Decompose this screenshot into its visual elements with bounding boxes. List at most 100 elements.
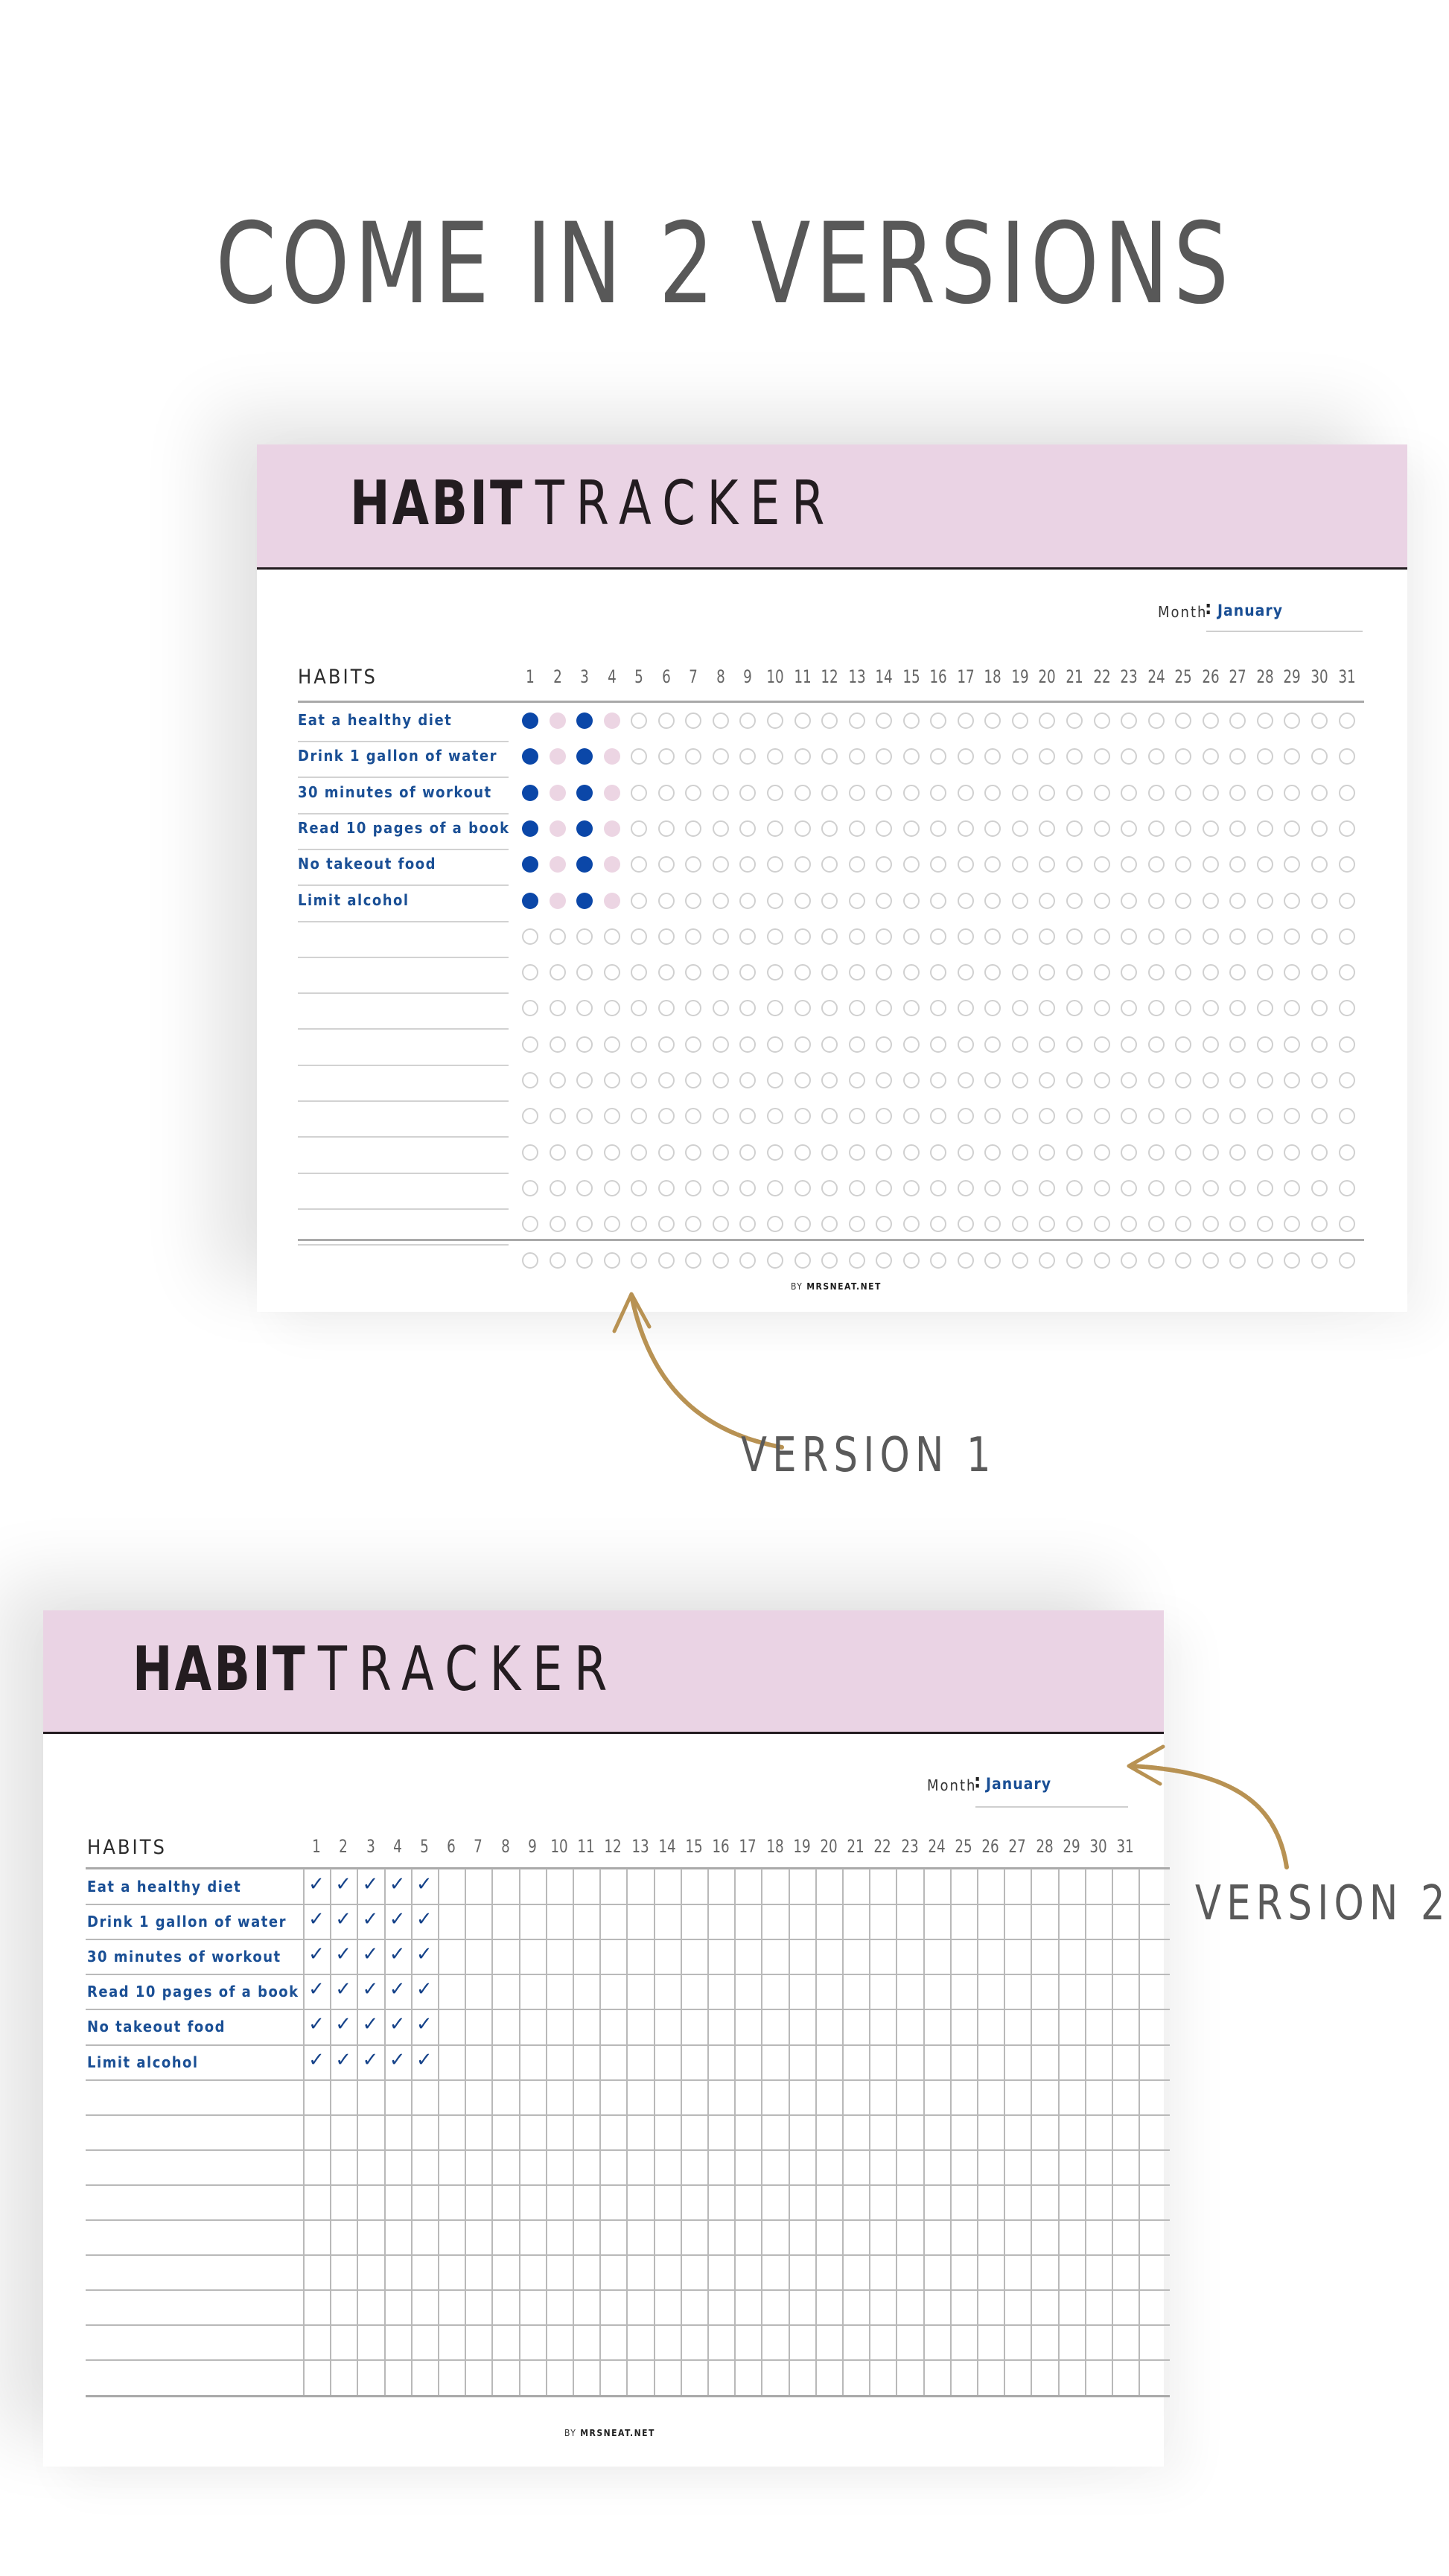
grid-cell[interactable] bbox=[547, 2361, 572, 2394]
checkmark-icon[interactable]: ✓ bbox=[330, 1978, 357, 2000]
grid-cell[interactable] bbox=[439, 2151, 464, 2184]
grid-cell[interactable] bbox=[925, 2116, 949, 2149]
grid-cell[interactable] bbox=[1086, 2081, 1111, 2114]
checkmark-icon[interactable]: ✓ bbox=[357, 1873, 383, 1896]
grid-cell[interactable] bbox=[1060, 2326, 1084, 2359]
grid-cell[interactable] bbox=[1060, 1940, 1084, 1973]
grid-cell[interactable] bbox=[682, 2010, 707, 2043]
grid-cell[interactable] bbox=[709, 2221, 733, 2254]
day-circle-empty[interactable] bbox=[821, 892, 838, 909]
day-circle-empty[interactable] bbox=[1147, 1144, 1165, 1161]
grid-cell[interactable] bbox=[844, 2291, 868, 2324]
day-circle-empty[interactable] bbox=[876, 1000, 893, 1017]
day-circle-empty[interactable] bbox=[1338, 820, 1355, 837]
checkmark-icon[interactable]: ✓ bbox=[357, 1978, 383, 2000]
day-circle-empty[interactable] bbox=[712, 892, 729, 909]
day-circle-empty[interactable] bbox=[1284, 784, 1301, 801]
grid-cell[interactable] bbox=[358, 2186, 383, 2219]
grid-cell[interactable] bbox=[493, 2186, 518, 2219]
day-circle-empty[interactable] bbox=[1147, 1216, 1165, 1233]
day-circle-empty[interactable] bbox=[1256, 820, 1273, 837]
day-circle-partial[interactable] bbox=[549, 784, 566, 801]
day-circle-empty[interactable] bbox=[1147, 928, 1165, 945]
checkmark-icon[interactable]: ✓ bbox=[330, 1943, 357, 1966]
grid-cell[interactable] bbox=[1113, 2186, 1138, 2219]
grid-cell[interactable] bbox=[520, 1870, 545, 1903]
grid-cell[interactable] bbox=[1005, 2046, 1030, 2079]
day-circle-empty[interactable] bbox=[1311, 964, 1328, 981]
grid-cell[interactable] bbox=[1032, 2010, 1057, 2043]
day-circle-empty[interactable] bbox=[549, 1072, 566, 1088]
grid-cell[interactable] bbox=[925, 2046, 949, 2079]
grid-cell[interactable] bbox=[682, 1975, 707, 2008]
day-circle-empty[interactable] bbox=[631, 1144, 648, 1161]
day-circle-empty[interactable] bbox=[1011, 1000, 1028, 1017]
day-circle-empty[interactable] bbox=[739, 820, 757, 837]
day-circle-empty[interactable] bbox=[876, 1216, 893, 1233]
day-circle-empty[interactable] bbox=[657, 1179, 675, 1196]
grid-cell[interactable] bbox=[709, 2081, 733, 2114]
day-circle-empty[interactable] bbox=[1229, 1000, 1246, 1017]
grid-cell[interactable] bbox=[790, 2010, 815, 2043]
day-circle-empty[interactable] bbox=[876, 1179, 893, 1196]
day-circle-empty[interactable] bbox=[685, 820, 702, 837]
day-circle-empty[interactable] bbox=[821, 1108, 838, 1125]
grid-cell[interactable] bbox=[628, 1870, 652, 1903]
grid-cell[interactable] bbox=[817, 2151, 841, 2184]
day-circle-empty[interactable] bbox=[848, 856, 865, 873]
day-circle-empty[interactable] bbox=[821, 1072, 838, 1088]
day-circle-empty[interactable] bbox=[576, 1036, 593, 1053]
grid-cell[interactable] bbox=[736, 1905, 760, 1938]
day-circle-empty[interactable] bbox=[766, 748, 783, 765]
day-circle-empty[interactable] bbox=[957, 1252, 974, 1269]
day-circle-empty[interactable] bbox=[1093, 1252, 1110, 1269]
grid-cell[interactable] bbox=[655, 2256, 680, 2289]
day-circle-empty[interactable] bbox=[930, 928, 947, 945]
grid-cell[interactable] bbox=[897, 2361, 922, 2394]
day-circle-empty[interactable] bbox=[522, 1144, 538, 1161]
day-circle-empty[interactable] bbox=[1093, 820, 1110, 837]
grid-cell[interactable] bbox=[1113, 2010, 1138, 2043]
grid-cell[interactable] bbox=[844, 1975, 868, 2008]
day-circle-empty[interactable] bbox=[1066, 712, 1083, 729]
day-circle-empty[interactable] bbox=[1256, 1036, 1273, 1053]
day-circle-empty[interactable] bbox=[1202, 1000, 1219, 1017]
day-circle-empty[interactable] bbox=[930, 820, 947, 837]
day-circle-empty[interactable] bbox=[1284, 1108, 1301, 1125]
grid-cell[interactable] bbox=[358, 2291, 383, 2324]
grid-cell[interactable] bbox=[601, 1975, 625, 2008]
day-circle-empty[interactable] bbox=[1121, 1072, 1138, 1088]
grid-cell[interactable] bbox=[466, 2046, 491, 2079]
day-circle-empty[interactable] bbox=[549, 964, 566, 981]
grid-cell[interactable] bbox=[925, 2151, 949, 2184]
day-circle-empty[interactable] bbox=[1121, 1216, 1138, 1233]
grid-cell[interactable] bbox=[762, 2291, 787, 2324]
day-circle-empty[interactable] bbox=[739, 1144, 757, 1161]
grid-cell[interactable] bbox=[762, 2186, 787, 2219]
day-circle-empty[interactable] bbox=[1229, 1179, 1246, 1196]
habit-label[interactable]: Limit alcohol bbox=[87, 2053, 199, 2071]
checkmark-icon[interactable]: ✓ bbox=[357, 1908, 383, 1931]
day-circle-empty[interactable] bbox=[522, 1108, 538, 1125]
habit-label[interactable]: 30 minutes of workout bbox=[87, 1948, 281, 1966]
grid-cell[interactable] bbox=[574, 2256, 599, 2289]
day-circle-empty[interactable] bbox=[739, 1036, 757, 1053]
day-circle-empty[interactable] bbox=[1229, 1216, 1246, 1233]
day-circle-empty[interactable] bbox=[1202, 1072, 1219, 1088]
day-circle-empty[interactable] bbox=[685, 784, 702, 801]
day-circle-empty[interactable] bbox=[522, 964, 538, 981]
grid-cell[interactable] bbox=[493, 2256, 518, 2289]
grid-cell[interactable] bbox=[1086, 2361, 1111, 2394]
day-circle-empty[interactable] bbox=[1284, 1179, 1301, 1196]
grid-cell[interactable] bbox=[870, 2081, 895, 2114]
grid-cell[interactable] bbox=[655, 2116, 680, 2149]
grid-cell[interactable] bbox=[870, 2291, 895, 2324]
grid-cell[interactable] bbox=[466, 2221, 491, 2254]
day-circle-empty[interactable] bbox=[766, 1252, 783, 1269]
day-circle-empty[interactable] bbox=[712, 1000, 729, 1017]
grid-cell[interactable] bbox=[762, 2221, 787, 2254]
grid-cell[interactable] bbox=[817, 1940, 841, 1973]
day-circle-empty[interactable] bbox=[984, 1072, 1001, 1088]
day-circle-done[interactable] bbox=[522, 712, 538, 729]
day-circle-empty[interactable] bbox=[821, 712, 838, 729]
